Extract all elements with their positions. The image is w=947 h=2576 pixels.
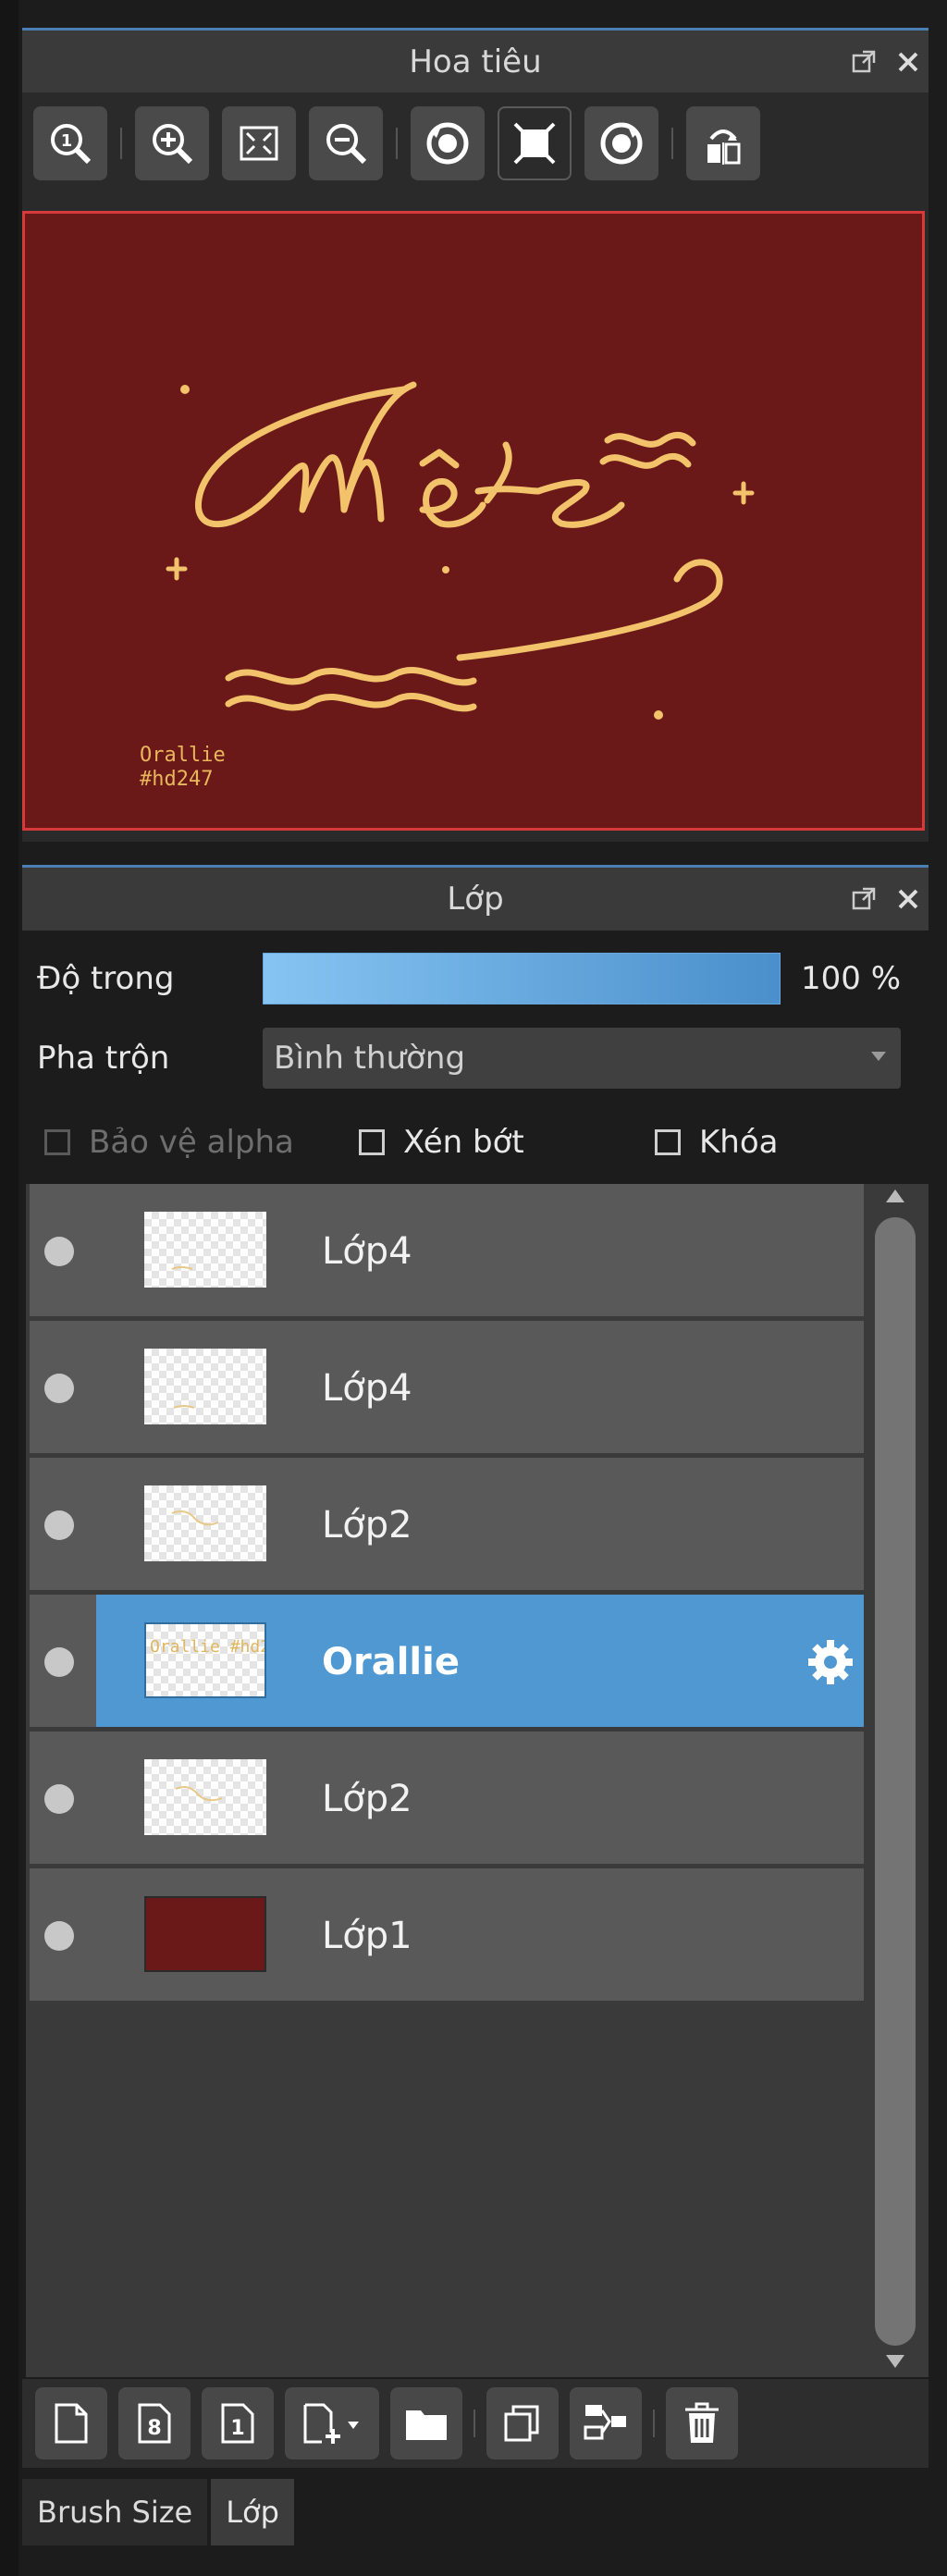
- toolbar-separator: [671, 128, 673, 159]
- rotate-left-icon[interactable]: [411, 106, 485, 180]
- tab-layer[interactable]: Lớp: [211, 2479, 294, 2545]
- chevron-down-icon: [871, 1052, 886, 1061]
- layer-row-selected[interactable]: Orallie #hd247 Orallie: [30, 1595, 864, 1730]
- opacity-value: 100 %: [801, 960, 902, 997]
- new-1bit-layer-icon[interactable]: 1: [202, 2387, 274, 2459]
- new-8bit-layer-icon[interactable]: 8: [118, 2387, 191, 2459]
- layer-thumbnail: [144, 1759, 266, 1835]
- blend-mode-select[interactable]: Bình thường: [263, 1028, 901, 1089]
- scroll-up-icon[interactable]: [886, 1189, 904, 1202]
- navigator-toolbar: 1: [22, 92, 929, 194]
- layer-thumbnail: [144, 1896, 266, 1972]
- visibility-icon[interactable]: [44, 1374, 74, 1403]
- scroll-down-icon[interactable]: [886, 2355, 904, 2368]
- zoom-in-icon[interactable]: [135, 106, 209, 180]
- tab-brush-size[interactable]: Brush Size: [22, 2479, 208, 2545]
- layer-row[interactable]: Lớp2: [30, 1732, 864, 1867]
- navigator-title-bar: Hoa tiêu: [22, 28, 929, 93]
- delete-layer-icon[interactable]: [666, 2387, 738, 2459]
- close-icon[interactable]: [895, 49, 921, 75]
- opacity-label: Độ trong: [37, 960, 175, 997]
- gear-icon[interactable]: [805, 1636, 856, 1688]
- layer-name: Lớp4: [322, 1230, 412, 1273]
- layer-panel-title: Lớp: [447, 881, 504, 918]
- checkbox-box: [655, 1129, 681, 1155]
- layer-name: Lớp4: [322, 1367, 412, 1410]
- layer-row[interactable]: Lớp4: [30, 1321, 864, 1456]
- scrollbar-thumb[interactable]: [875, 1217, 916, 2346]
- blend-row: Pha trộn Bình thường: [22, 1021, 929, 1095]
- toolbar-separator: [474, 2410, 475, 2437]
- clipping-label: Xén bớt: [403, 1124, 524, 1161]
- flip-horizontal-icon[interactable]: [686, 106, 760, 180]
- canvas-preview[interactable]: Orallie #hd247: [22, 211, 925, 831]
- layer-toolbar: 8 1: [22, 2379, 929, 2468]
- blend-mode-value: Bình thường: [274, 1040, 466, 1077]
- zoom-actual-icon[interactable]: 1: [33, 106, 107, 180]
- navigator-preview[interactable]: Orallie #hd247: [22, 194, 929, 842]
- duplicate-layer-icon[interactable]: [486, 2387, 559, 2459]
- panel-tabs: Brush Size Lớp: [22, 2479, 298, 2545]
- layer-row[interactable]: Lớp2: [30, 1458, 864, 1593]
- reset-view-icon[interactable]: [498, 106, 572, 180]
- layer-thumbnail: [144, 1485, 266, 1561]
- opacity-row: Độ trong 100 %: [22, 942, 929, 1016]
- svg-text:1: 1: [61, 131, 73, 151]
- layer-panel-title-bar: Lớp: [22, 865, 929, 931]
- lock-label: Khóa: [699, 1124, 779, 1161]
- clipping-checkbox[interactable]: Xén bớt: [359, 1124, 655, 1161]
- layer-row[interactable]: Lớp1: [30, 1868, 864, 2003]
- visibility-icon[interactable]: [44, 1784, 74, 1814]
- add-layer-menu-icon[interactable]: [285, 2387, 379, 2459]
- blend-label: Pha trộn: [37, 1040, 170, 1077]
- signature-line-1: Orallie: [140, 744, 226, 767]
- protect-alpha-label: Bảo vệ alpha: [89, 1124, 294, 1161]
- layer-name: Lớp2: [322, 1778, 412, 1820]
- visibility-icon[interactable]: [44, 1510, 74, 1540]
- zoom-out-icon[interactable]: [309, 106, 383, 180]
- checkbox-box: [359, 1129, 385, 1155]
- left-dock-edge: [0, 0, 18, 2576]
- visibility-icon[interactable]: [44, 1647, 74, 1677]
- visibility-icon[interactable]: [44, 1237, 74, 1266]
- close-icon[interactable]: [895, 886, 921, 912]
- protect-alpha-checkbox[interactable]: Bảo vệ alpha: [44, 1124, 338, 1161]
- svg-text:8: 8: [147, 2417, 161, 2440]
- fit-screen-icon[interactable]: [222, 106, 296, 180]
- layer-name: Lớp2: [322, 1504, 412, 1547]
- layer-list[interactable]: Lớp4 Lớp4 Lớp2 Orallie #hd247 Orallie Lớ…: [26, 1184, 929, 2377]
- navigator-title: Hoa tiêu: [409, 43, 542, 80]
- visibility-icon[interactable]: [44, 1921, 74, 1951]
- layer-thumbnail: [144, 1212, 266, 1288]
- layer-name: Orallie: [322, 1641, 460, 1683]
- checkbox-box: [44, 1129, 70, 1155]
- signature-line-2: #hd247: [140, 768, 213, 791]
- toolbar-separator: [653, 2410, 655, 2437]
- lock-checkbox[interactable]: Khóa: [655, 1124, 778, 1161]
- undock-icon[interactable]: [851, 886, 877, 912]
- rotate-right-icon[interactable]: [584, 106, 658, 180]
- thumbnail-text: Orallie #hd247: [150, 1637, 264, 1657]
- new-folder-icon[interactable]: [390, 2387, 462, 2459]
- layer-options-row: Bảo vệ alpha Xén bớt Khóa: [22, 1105, 929, 1179]
- layer-row[interactable]: Lớp4: [30, 1184, 864, 1319]
- svg-text:1: 1: [230, 2417, 244, 2440]
- opacity-slider[interactable]: [263, 953, 781, 1005]
- toolbar-separator: [120, 128, 122, 159]
- artwork-illustration: Orallie #hd247: [140, 381, 755, 791]
- undock-icon[interactable]: [851, 49, 877, 75]
- new-layer-icon[interactable]: [35, 2387, 107, 2459]
- layer-name: Lớp1: [322, 1915, 412, 1957]
- toolbar-separator: [396, 128, 398, 159]
- layer-thumbnail: [144, 1349, 266, 1424]
- layer-thumbnail: Orallie #hd247: [144, 1622, 290, 1698]
- merge-layer-icon[interactable]: [570, 2387, 642, 2459]
